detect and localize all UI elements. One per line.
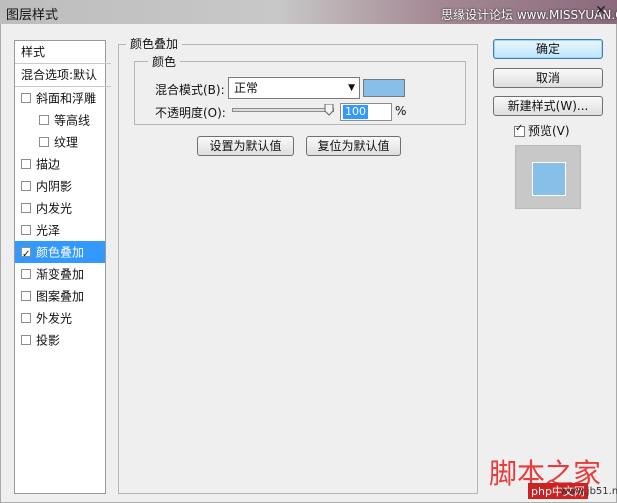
blend-mode-label: 混合模式(B): <box>155 83 225 97</box>
style-item[interactable]: 图案叠加 <box>15 285 105 307</box>
checkbox-icon[interactable] <box>21 92 31 103</box>
window-title: 图层样式 <box>6 8 59 23</box>
style-item[interactable]: 光泽 <box>15 219 105 241</box>
style-list-header[interactable]: 样式 <box>15 41 111 64</box>
opacity-value: 100 <box>343 105 368 119</box>
watermark-url-right: www.jb51.net <box>560 486 617 497</box>
style-item[interactable]: 内发光 <box>15 197 105 219</box>
subgroup-title: 颜色 <box>148 53 181 70</box>
style-item-label: 图案叠加 <box>36 289 85 304</box>
preview-checkbox[interactable]: 预览(V) <box>514 122 570 139</box>
style-item[interactable]: 投影 <box>15 329 105 351</box>
opacity-slider-thumb[interactable] <box>324 104 334 116</box>
overlay-color-swatch[interactable] <box>363 79 405 97</box>
preview-label: 预览(V) <box>528 124 570 138</box>
style-item-label: 投影 <box>36 333 61 348</box>
checkbox-icon[interactable] <box>21 334 31 345</box>
style-item[interactable]: 颜色叠加 <box>15 241 105 266</box>
checkbox-icon[interactable] <box>39 136 49 147</box>
style-item-label: 内发光 <box>36 201 73 216</box>
opacity-slider-track[interactable] <box>232 108 334 112</box>
style-item[interactable]: 渐变叠加 <box>15 263 105 285</box>
dropdown-arrow-icon: ▼ <box>348 83 355 93</box>
style-list: 样式 混合选项:默认 斜面和浮雕等高线纹理描边内阴影内发光光泽颜色叠加渐变叠加图… <box>14 40 111 494</box>
style-item[interactable]: 斜面和浮雕 <box>15 87 105 109</box>
style-item[interactable]: 等高线 <box>15 109 123 131</box>
style-item[interactable]: 描边 <box>15 153 105 175</box>
style-item-label: 颜色叠加 <box>36 245 85 260</box>
style-preview <box>515 145 581 209</box>
opacity-label: 不透明度(O): <box>155 106 226 120</box>
set-default-button[interactable]: 设置为默认值 <box>197 136 294 156</box>
cancel-button[interactable]: 取消 <box>493 68 603 88</box>
checkbox-icon[interactable] <box>21 224 31 235</box>
checkbox-icon[interactable] <box>21 202 31 213</box>
checkbox-icon[interactable] <box>21 290 31 301</box>
style-item[interactable]: 外发光 <box>15 307 105 329</box>
blend-mode-select[interactable]: 正常 ▼ <box>228 77 360 99</box>
style-item-label: 外发光 <box>36 311 73 326</box>
style-item-label: 渐变叠加 <box>36 267 85 282</box>
reset-default-button[interactable]: 复位为默认值 <box>306 136 401 156</box>
blend-options-item[interactable]: 混合选项:默认 <box>15 64 111 87</box>
style-item-label: 内阴影 <box>36 179 73 194</box>
checkbox-icon[interactable] <box>21 268 31 279</box>
blend-mode-value: 正常 <box>234 81 259 95</box>
checkbox-icon[interactable] <box>21 180 31 191</box>
style-item-label: 描边 <box>36 157 61 172</box>
style-item-label: 纹理 <box>54 135 79 150</box>
checkbox-icon[interactable] <box>39 114 49 125</box>
style-item-label: 斜面和浮雕 <box>36 91 97 106</box>
checkbox-icon[interactable] <box>21 158 31 169</box>
checkbox-icon[interactable] <box>21 312 31 323</box>
style-item-label: 等高线 <box>54 113 91 128</box>
opacity-input[interactable]: 100 <box>340 103 392 121</box>
style-item[interactable]: 内阴影 <box>15 175 105 197</box>
ok-button[interactable]: 确定 <box>493 39 603 59</box>
checkbox-checked-icon[interactable] <box>21 244 31 266</box>
new-style-button[interactable]: 新建样式(W)... <box>493 96 603 116</box>
group-title: 颜色叠加 <box>126 35 183 52</box>
checkbox-checked-icon[interactable] <box>514 123 525 137</box>
close-icon[interactable]: ✕ <box>591 2 611 20</box>
style-item-label: 光泽 <box>36 223 61 238</box>
style-item[interactable]: 纹理 <box>15 131 123 153</box>
opacity-unit: % <box>395 104 407 118</box>
preview-swatch <box>532 162 566 196</box>
